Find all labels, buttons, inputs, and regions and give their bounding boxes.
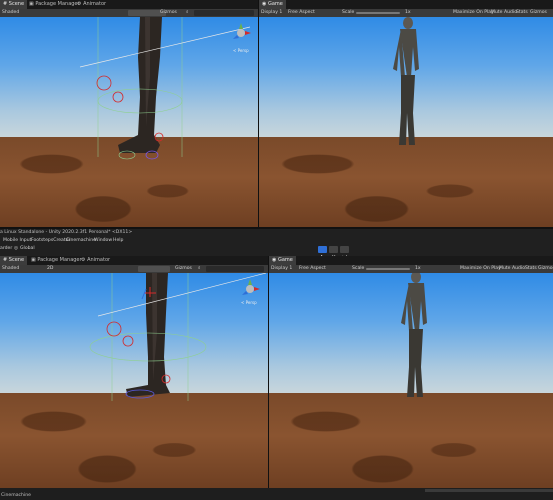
package-icon: ▣	[31, 257, 36, 263]
search-icon[interactable]: ⌕	[186, 9, 189, 17]
persp-label[interactable]: < Persp	[233, 48, 249, 53]
grid-icon: #	[3, 1, 8, 7]
scale-value: 1x	[405, 10, 411, 15]
bottom-game-toolbar: Display 1 Free Aspect Scale 1x Maximize …	[269, 265, 553, 273]
scale-slider[interactable]	[356, 12, 400, 14]
bottom-game-viewport[interactable]	[269, 273, 553, 488]
stats-toggle[interactable]: Stats	[525, 265, 537, 273]
game-character	[393, 17, 419, 145]
menu-help[interactable]: Help	[113, 238, 123, 243]
scale-value: 1x	[415, 266, 421, 271]
top-game-toolbar: Display 1 Free Aspect Scale 1x Maximize …	[259, 9, 553, 17]
shading-mode-dropdown[interactable]: Shaded	[2, 265, 19, 273]
scale-label: Scale	[342, 10, 355, 15]
progress-track	[425, 489, 553, 492]
display-dropdown[interactable]: Display 1	[271, 265, 292, 273]
game-icon: ◉	[272, 257, 277, 263]
search-icon[interactable]: ⌕	[198, 265, 201, 273]
animator-icon: ⚙	[81, 257, 86, 263]
game-icon: ◉	[262, 1, 267, 7]
tab-scene[interactable]: # Scene	[0, 0, 28, 9]
tab-package-manager[interactable]: ▣ Package Manager	[28, 256, 85, 265]
aspect-dropdown[interactable]: Free Aspect	[288, 9, 315, 17]
animator-icon: ⚙	[77, 1, 82, 7]
scene-tool-buttons[interactable]	[138, 266, 170, 272]
maximize-on-play-toggle[interactable]: Maximize On Play	[460, 265, 501, 273]
status-text: Cinemachine	[1, 493, 31, 498]
menu-cinemachine[interactable]: Cinemachine	[66, 238, 96, 243]
aspect-dropdown[interactable]: Free Aspect	[299, 265, 326, 273]
game-gizmos-toggle[interactable]: Gizmos	[538, 265, 553, 273]
menu-footsteps-creator[interactable]: FootstepsCreator	[31, 238, 70, 243]
menu-window[interactable]: Window	[94, 238, 112, 243]
package-icon: ▣	[29, 1, 34, 7]
status-bar: Cinemachine	[0, 488, 553, 500]
window-title: a Linux Standalone - Unity 2020.2.3f1 Pe…	[0, 230, 133, 235]
globe-icon[interactable]: ◎	[14, 246, 18, 251]
tab-scene[interactable]: # Scene	[0, 256, 28, 265]
top-scene-viewport[interactable]: < Persp	[0, 17, 258, 227]
bottom-scene-viewport[interactable]: < Persp	[0, 273, 268, 488]
game-character	[401, 273, 427, 397]
stats-toggle[interactable]: Stats	[516, 9, 528, 17]
game-gizmos-toggle[interactable]: Gizmos	[530, 9, 547, 17]
menu-mobile-input[interactable]: Mobile Input	[3, 238, 31, 243]
bottom-game-tabbar: ◉ Game	[269, 256, 553, 265]
2d-toggle[interactable]: 2D	[47, 265, 53, 273]
top-game-tabbar: ◉ Game	[259, 0, 553, 9]
display-dropdown[interactable]: Display 1	[261, 9, 282, 17]
top-scene-tabbar: # Scene ▣ Package Manager ⚙ Animator	[0, 0, 258, 9]
pause-button[interactable]	[329, 246, 338, 260]
scale-label: Scale	[352, 266, 365, 271]
tab-game[interactable]: ◉ Game	[269, 256, 296, 265]
step-button[interactable]	[340, 246, 349, 260]
mute-audio-toggle[interactable]: Mute Audio	[499, 265, 525, 273]
tab-animator[interactable]: ⚙ Animator	[78, 256, 113, 265]
top-game-viewport[interactable]	[259, 17, 553, 227]
play-button[interactable]	[318, 246, 327, 260]
shading-mode-dropdown[interactable]: Shaded	[2, 9, 19, 17]
grid-icon: #	[3, 257, 8, 263]
bottom-scene-tabbar: # Scene ▣ Package Manager ⚙ Animator	[0, 256, 268, 265]
gizmos-dropdown[interactable]: Gizmos	[175, 265, 192, 273]
tab-animator[interactable]: ⚙ Animator	[74, 0, 109, 9]
scene-character-leg	[89, 273, 267, 401]
mute-audio-toggle[interactable]: Mute Audio	[491, 9, 517, 17]
scene-search-field[interactable]	[194, 10, 254, 16]
scale-slider[interactable]	[366, 268, 410, 270]
gizmos-dropdown[interactable]: Gizmos	[160, 9, 177, 17]
maximize-on-play-toggle[interactable]: Maximize On Play	[453, 9, 494, 17]
bottom-scene-toolbar: Shaded 2D Gizmos ⌕	[0, 265, 268, 273]
scene-character-leg	[79, 17, 251, 160]
persp-label[interactable]: < Persp	[241, 300, 257, 305]
scene-search-field[interactable]	[206, 266, 264, 272]
pivot-toggle-fragment[interactable]: arder	[0, 246, 12, 251]
global-toggle[interactable]: Global	[20, 246, 35, 251]
top-scene-toolbar: Shaded Gizmos ⌕	[0, 9, 258, 17]
menu-bar: Mobile Input FootstepsCreator Cinemachin…	[0, 238, 553, 244]
tab-game[interactable]: ◉ Game	[259, 0, 286, 9]
